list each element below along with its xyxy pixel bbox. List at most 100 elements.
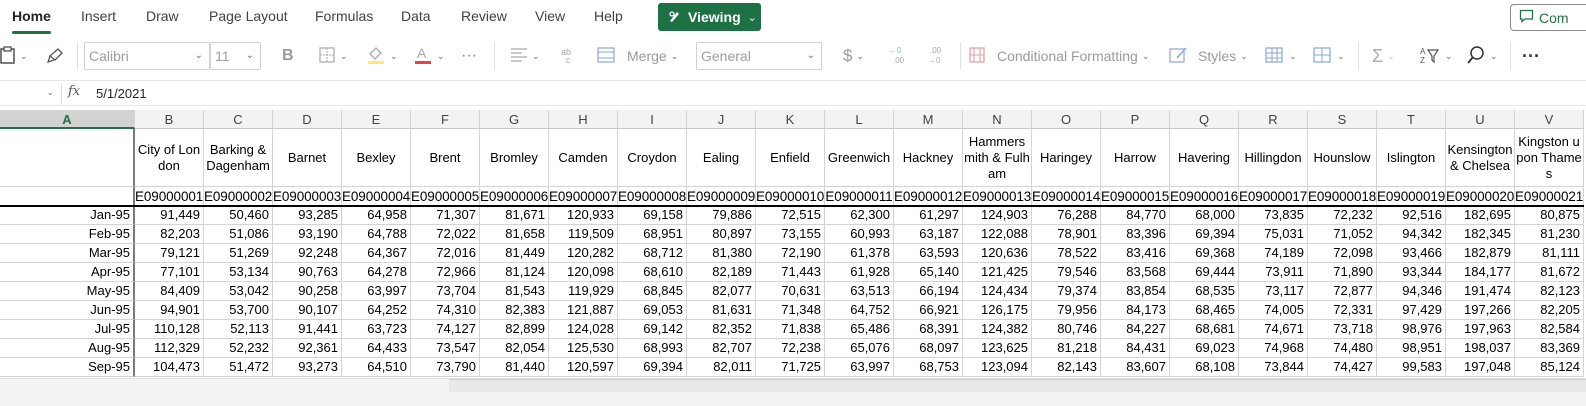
price-cell[interactable]: 82,205: [1515, 301, 1584, 320]
price-cell[interactable]: 182,879: [1446, 244, 1515, 263]
insert-delete-cells-button[interactable]: ⌄: [1313, 44, 1345, 68]
column-header-j[interactable]: J: [687, 110, 756, 129]
price-cell[interactable]: 83,369: [1515, 339, 1584, 358]
price-cell[interactable]: 52,113: [204, 320, 273, 339]
column-header-i[interactable]: I: [618, 110, 687, 129]
price-cell[interactable]: 68,845: [618, 282, 687, 301]
column-header-r[interactable]: R: [1239, 110, 1308, 129]
price-cell[interactable]: 69,023: [1170, 339, 1239, 358]
price-cell[interactable]: 83,607: [1101, 358, 1170, 377]
conditional-formatting-button[interactable]: Conditional Formatting ⌄: [968, 44, 1149, 68]
date-cell[interactable]: Jul-95: [0, 320, 135, 339]
price-cell[interactable]: 93,285: [273, 206, 342, 225]
price-cell[interactable]: 66,194: [894, 282, 963, 301]
price-cell[interactable]: 121,425: [963, 263, 1032, 282]
price-cell[interactable]: 68,097: [894, 339, 963, 358]
font-name-select[interactable]: Calibri ⌄: [84, 42, 210, 70]
price-cell[interactable]: 82,203: [135, 225, 204, 244]
price-cell[interactable]: 126,175: [963, 301, 1032, 320]
sort-filter-button[interactable]: AZ ⌄: [1419, 44, 1453, 68]
borough-name-cell[interactable]: Kingston upon Thames: [1515, 129, 1584, 187]
price-cell[interactable]: 79,956: [1032, 301, 1101, 320]
area-code-cell[interactable]: E09000005: [411, 187, 480, 206]
font-size-select[interactable]: 11 ⌄: [210, 42, 261, 70]
price-cell[interactable]: 123,625: [963, 339, 1032, 358]
area-code-cell[interactable]: E09000018: [1308, 187, 1377, 206]
price-cell[interactable]: 80,746: [1032, 320, 1101, 339]
price-cell[interactable]: 80,875: [1515, 206, 1584, 225]
price-cell[interactable]: 84,173: [1101, 301, 1170, 320]
price-cell[interactable]: 72,238: [756, 339, 825, 358]
bold-button[interactable]: B: [282, 44, 294, 68]
price-cell[interactable]: 81,218: [1032, 339, 1101, 358]
price-cell[interactable]: 63,593: [894, 244, 963, 263]
decrease-decimal-button[interactable]: .00 →0: [926, 44, 948, 68]
date-cell[interactable]: May-95: [0, 282, 135, 301]
price-cell[interactable]: 68,951: [618, 225, 687, 244]
column-header-v[interactable]: V: [1515, 110, 1584, 129]
price-cell[interactable]: 92,248: [273, 244, 342, 263]
price-cell[interactable]: 99,583: [1377, 358, 1446, 377]
borough-name-cell[interactable]: Barnet: [273, 129, 342, 187]
find-button[interactable]: ⌄: [1466, 44, 1498, 68]
area-code-cell[interactable]: [0, 187, 135, 206]
borough-name-cell[interactable]: Hackney: [894, 129, 963, 187]
price-cell[interactable]: 82,189: [687, 263, 756, 282]
tab-review[interactable]: Review: [461, 7, 507, 29]
tab-page-layout[interactable]: Page Layout: [209, 7, 288, 29]
borough-name-cell[interactable]: Brent: [411, 129, 480, 187]
borough-name-cell[interactable]: Bexley: [342, 129, 411, 187]
price-cell[interactable]: 64,367: [342, 244, 411, 263]
column-header-f[interactable]: F: [411, 110, 480, 129]
price-cell[interactable]: 74,310: [411, 301, 480, 320]
fill-color-button[interactable]: ⌄: [366, 44, 398, 68]
price-cell[interactable]: 51,472: [204, 358, 273, 377]
increase-decimal-button[interactable]: ←0.00: [887, 44, 909, 68]
price-cell[interactable]: 63,513: [825, 282, 894, 301]
price-cell[interactable]: 104,473: [135, 358, 204, 377]
column-header-h[interactable]: H: [549, 110, 618, 129]
price-cell[interactable]: 79,121: [135, 244, 204, 263]
column-header-k[interactable]: K: [756, 110, 825, 129]
borough-name-cell[interactable]: Ealing: [687, 129, 756, 187]
spreadsheet-grid[interactable]: A B C D E F G H I J K L M N O P Q R S T U V City of London Bark…: [0, 110, 1586, 378]
styles-button[interactable]: Styles ⌄: [1169, 44, 1248, 68]
price-cell[interactable]: 82,383: [480, 301, 549, 320]
price-cell[interactable]: 79,374: [1032, 282, 1101, 301]
price-cell[interactable]: 71,307: [411, 206, 480, 225]
fx-icon[interactable]: fx: [68, 84, 80, 99]
price-cell[interactable]: 73,704: [411, 282, 480, 301]
price-cell[interactable]: 69,142: [618, 320, 687, 339]
price-cell[interactable]: 82,054: [480, 339, 549, 358]
price-cell[interactable]: 84,431: [1101, 339, 1170, 358]
price-cell[interactable]: 64,433: [342, 339, 411, 358]
price-cell[interactable]: 72,016: [411, 244, 480, 263]
price-cell[interactable]: 81,111: [1515, 244, 1584, 263]
price-cell[interactable]: 97,429: [1377, 301, 1446, 320]
borough-name-cell[interactable]: Hammersmith & Fulham: [963, 129, 1032, 187]
price-cell[interactable]: 90,258: [273, 282, 342, 301]
price-cell[interactable]: 81,543: [480, 282, 549, 301]
area-code-cell[interactable]: E09000020: [1446, 187, 1515, 206]
borough-name-cell[interactable]: Bromley: [480, 129, 549, 187]
tab-draw[interactable]: Draw: [146, 7, 179, 29]
price-cell[interactable]: 91,441: [273, 320, 342, 339]
price-cell[interactable]: 68,993: [618, 339, 687, 358]
price-cell[interactable]: 64,788: [342, 225, 411, 244]
area-code-cell[interactable]: E09000010: [756, 187, 825, 206]
price-cell[interactable]: 82,123: [1515, 282, 1584, 301]
price-cell[interactable]: 64,252: [342, 301, 411, 320]
price-cell[interactable]: 60,993: [825, 225, 894, 244]
price-cell[interactable]: 94,342: [1377, 225, 1446, 244]
column-header-q[interactable]: Q: [1170, 110, 1239, 129]
price-cell[interactable]: 82,077: [687, 282, 756, 301]
borough-name-cell[interactable]: Haringey: [1032, 129, 1101, 187]
price-cell[interactable]: 75,031: [1239, 225, 1308, 244]
horizontal-scrollbar[interactable]: [0, 378, 1586, 406]
price-cell[interactable]: 66,921: [894, 301, 963, 320]
price-cell[interactable]: 94,346: [1377, 282, 1446, 301]
formula-input[interactable]: 5/1/2021: [96, 86, 147, 101]
price-cell[interactable]: 68,712: [618, 244, 687, 263]
borough-name-cell[interactable]: Hounslow: [1308, 129, 1377, 187]
borough-name-cell[interactable]: Camden: [549, 129, 618, 187]
